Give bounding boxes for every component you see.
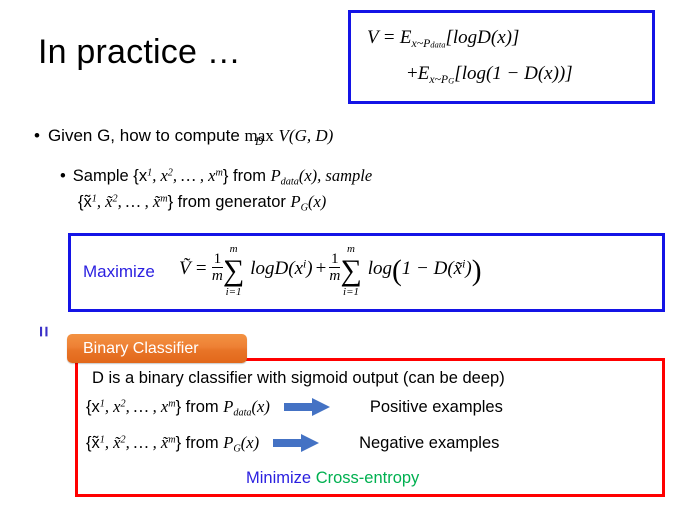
- positive-set-a: {x: [86, 398, 100, 416]
- fraction-numerator-1: 1: [213, 250, 222, 267]
- binary-classifier-detail-box: D is a binary classifier with sigmoid ou…: [75, 358, 665, 497]
- sample-text-d: } from: [222, 167, 271, 185]
- sample-text-e: (x), sample: [298, 166, 373, 185]
- summation-lower-limit-1: i=1: [225, 285, 242, 298]
- open-paren-large: (: [391, 254, 402, 287]
- generated-sample-c: , … , x̃: [117, 192, 161, 211]
- maximize-label: Maximize: [83, 262, 155, 281]
- value-function-body-1: [logD(x)]: [445, 27, 520, 48]
- symbol-equals-2: =: [195, 258, 207, 280]
- fraction-denominator-2: m: [329, 267, 341, 285]
- positive-sup-m: m: [168, 398, 176, 410]
- maximize-objective-box: Maximize Ṽ = 1 m m ∑ i=1 logD(xi) +1 m m ∑ i=1 log…: [68, 233, 665, 312]
- objective-row: Minimize Cross-entropy: [246, 469, 419, 488]
- maximize-formula: Ṽ = 1 m m ∑ i=1 logD(xi) +1 m m ∑ i=1 log(1 − D(x̃…: [179, 243, 482, 298]
- max-operator: max D: [245, 126, 274, 149]
- value-function-line-1: V = Ex~Pdata[logD(x)]: [367, 27, 519, 51]
- fraction-one-over-m-1: 1m: [211, 250, 223, 285]
- bullet-marker-2: •: [60, 167, 66, 185]
- negative-examples-row: {x̃1, x̃2, … , x̃m} from PG(x) Negative e…: [86, 433, 499, 454]
- positive-examples-row: {x1, x2, … , xm} from Pdata(x) Positive e…: [86, 397, 503, 418]
- symbol-P-subscript-data: data: [280, 176, 299, 188]
- generated-sample-e: (x): [307, 192, 327, 211]
- value-function-operand: V(G, D): [278, 126, 334, 145]
- bullet-marker: •: [34, 126, 40, 145]
- sample-superscript-m: m: [215, 167, 223, 179]
- positive-set-d: } from: [175, 398, 224, 416]
- classifier-description: D is a binary classifier with sigmoid ou…: [92, 369, 505, 387]
- fraction-one-over-m-2: 1m: [329, 250, 341, 285]
- right-arrow-icon: [283, 397, 330, 416]
- expectation-subscript-2: x~P: [429, 72, 449, 86]
- positive-set-b: , x: [104, 397, 121, 416]
- generated-sample-d: } from generator: [167, 193, 291, 211]
- symbol-plus-2: +: [315, 258, 327, 280]
- symbol-E: E: [399, 27, 412, 48]
- positive-paren: (x): [251, 397, 270, 416]
- bullet-item-sample-line-2: {x̃1, x̃2, … , x̃m} from generator PG(x): [78, 192, 326, 213]
- symbol-V-tilde: Ṽ: [179, 258, 191, 280]
- log-term-2: log: [367, 258, 392, 280]
- negative-set-d: } from: [175, 434, 224, 452]
- negative-symbol-P: P: [223, 433, 234, 452]
- expectation-subscript: x~P: [411, 36, 431, 50]
- value-function-formula-box: V = Ex~Pdata[logD(x)] +Ex~PG[log(1 − D(x…: [348, 10, 655, 104]
- symbol-plus: +: [407, 63, 418, 84]
- symbol-E-2: E: [417, 63, 430, 84]
- summation-operator-2: m ∑ i=1: [340, 243, 362, 298]
- summation-upper-limit-2: m: [347, 242, 355, 255]
- positive-symbol-P: P: [223, 397, 234, 416]
- negative-symbol-P-sub: G: [233, 443, 241, 455]
- generated-sample-b: , x̃: [96, 192, 113, 211]
- generated-superscript-m: m: [160, 193, 168, 205]
- symbol-PG-subscript: G: [300, 202, 308, 214]
- negative-set-a: {x̃: [86, 434, 100, 452]
- positive-set-c: , … , x: [125, 397, 169, 416]
- fraction-denominator-1: m: [211, 267, 223, 285]
- sample-text-b: , x: [152, 166, 168, 185]
- log-d-term-close: ): [306, 258, 313, 280]
- max-operator-subscript: D: [255, 136, 264, 149]
- generated-sample-a: {x̃: [78, 193, 92, 211]
- minimize-label: Minimize: [246, 469, 312, 487]
- summation-upper-limit-1: m: [229, 242, 238, 255]
- log-d-term: logD(x: [250, 258, 304, 280]
- negative-examples-label: Negative examples: [359, 434, 500, 452]
- log-term-2-body: 1 − D(x̃: [401, 258, 463, 280]
- negative-set-b: , x̃: [104, 433, 121, 452]
- page-title: In practice …: [38, 33, 241, 71]
- expectation-subscript-data: data: [430, 39, 446, 50]
- summation-lower-limit-2: i=1: [343, 285, 359, 298]
- summation-operator-1: m ∑ i=1: [222, 243, 245, 298]
- negative-paren: (x): [240, 433, 260, 452]
- cross-entropy-label: Cross-entropy: [315, 469, 420, 487]
- symbol-V: V: [367, 27, 379, 48]
- value-function-line-2: +Ex~PG[log(1 − D(x))]: [407, 63, 573, 87]
- symbol-PG: P: [290, 192, 301, 211]
- binary-classifier-badge: Binary Classifier: [67, 334, 247, 363]
- value-function-body-2: [log(1 − D(x))]: [454, 63, 573, 84]
- summation-symbol-1: ∑: [222, 253, 245, 287]
- right-arrow-icon: [273, 433, 320, 452]
- equivalence-mark: =: [32, 325, 54, 337]
- sample-text-a: Sample {x: [72, 167, 148, 185]
- bullet-item-sample-line-1: • Sample {x1, x2, … , xm} from Pdata(x), …: [60, 166, 372, 187]
- negative-set-c: , … , x̃: [125, 433, 169, 452]
- bullet-1-text: Given G, how to compute: [47, 126, 240, 145]
- symbol-P: P: [270, 166, 281, 185]
- bullet-item-compute-max: • Given G, how to compute max D V(G, D): [34, 126, 334, 149]
- positive-symbol-P-sub: data: [233, 407, 252, 419]
- positive-examples-label: Positive examples: [369, 398, 503, 416]
- sample-text-c: , … , x: [172, 166, 216, 185]
- fraction-numerator-2: 1: [331, 250, 339, 267]
- negative-sup-m: m: [168, 434, 176, 446]
- symbol-equals: =: [383, 27, 395, 48]
- close-paren-large: ): [471, 254, 482, 287]
- summation-symbol-2: ∑: [340, 253, 362, 287]
